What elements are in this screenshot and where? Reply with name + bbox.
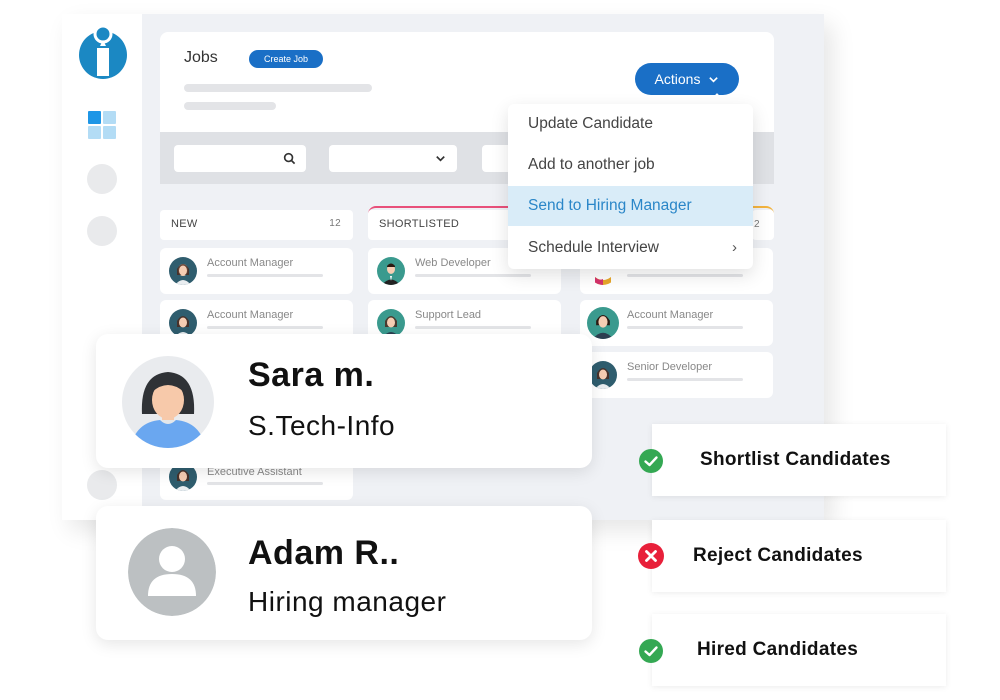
- column-header-shortlisted: SHORTLISTED: [368, 210, 518, 240]
- skeleton-line: [415, 274, 531, 277]
- menu-item-label: Schedule Interview: [528, 239, 659, 256]
- candidate-card[interactable]: Account Manager: [160, 248, 353, 294]
- candidate-job-title: Support Lead: [415, 309, 482, 321]
- skeleton-line: [184, 102, 276, 110]
- actions-label: Actions: [654, 71, 701, 87]
- candidate-avatar-icon: [169, 309, 197, 337]
- page-title: Jobs: [184, 49, 218, 66]
- sidebar-nav-item[interactable]: [87, 164, 117, 194]
- person-card-adam[interactable]: Adam R.. Hiring manager: [96, 506, 592, 640]
- check-circle-icon: [639, 639, 663, 663]
- shortlist-candidates-card[interactable]: Shortlist Candidates: [652, 424, 946, 496]
- hired-candidates-card[interactable]: Hired Candidates: [652, 614, 946, 686]
- candidate-job-title: Account Manager: [207, 257, 294, 269]
- filter-dropdown[interactable]: [329, 145, 457, 172]
- generic-user-avatar-icon: [128, 528, 216, 616]
- column-count: 12: [329, 218, 341, 229]
- female-avatar-icon: [122, 356, 214, 448]
- x-circle-icon: [638, 543, 664, 569]
- sidebar-nav-item[interactable]: [87, 470, 117, 500]
- status-label: Shortlist Candidates: [700, 449, 891, 470]
- chevron-down-icon: [709, 76, 719, 83]
- candidate-job-title: Senior Developer: [627, 361, 712, 373]
- search-icon: [283, 152, 296, 165]
- skeleton-line: [627, 274, 743, 277]
- candidate-avatar-icon: [377, 257, 405, 285]
- skeleton-line: [415, 326, 531, 329]
- menu-item-label: Add to another job: [528, 156, 655, 173]
- candidate-avatar-icon: [587, 307, 619, 339]
- menu-item-label: Send to Hiring Manager: [528, 197, 692, 214]
- person-card-sara[interactable]: Sara m. S.Tech-Info: [96, 334, 592, 468]
- column-count: 2: [754, 219, 760, 230]
- candidate-card[interactable]: Senior Developer: [580, 352, 773, 398]
- candidate-job-title: Account Manager: [627, 309, 714, 321]
- create-job-button[interactable]: Create Job: [249, 50, 323, 68]
- status-label: Hired Candidates: [697, 639, 859, 660]
- sidebar-nav-item[interactable]: [87, 216, 117, 246]
- column-name: NEW: [171, 218, 198, 230]
- person-name: Adam R..: [248, 534, 400, 572]
- actions-button[interactable]: Actions: [635, 63, 739, 95]
- candidate-job-title: Web Developer: [415, 257, 491, 269]
- skeleton-line: [207, 274, 323, 277]
- search-input[interactable]: [174, 145, 306, 172]
- skeleton-line: [184, 84, 372, 92]
- candidate-avatar-icon: [169, 257, 197, 285]
- chevron-down-icon: [436, 156, 445, 162]
- person-role: S.Tech-Info: [248, 410, 396, 441]
- person-role: Hiring manager: [248, 586, 447, 617]
- status-label: Reject Candidates: [693, 545, 863, 566]
- menu-item-add-to-another-job[interactable]: Add to another job: [508, 145, 753, 185]
- menu-item-send-to-hiring-manager[interactable]: Send to Hiring Manager: [508, 186, 753, 226]
- person-name: Sara m.: [248, 356, 375, 394]
- candidate-avatar-icon: [377, 309, 405, 337]
- candidate-card[interactable]: Account Manager: [580, 300, 773, 346]
- menu-item-schedule-interview[interactable]: Schedule Interview ›: [508, 228, 753, 268]
- reject-candidates-card[interactable]: Reject Candidates: [652, 520, 946, 592]
- skeleton-line: [627, 378, 743, 381]
- column-name: SHORTLISTED: [379, 218, 460, 230]
- candidate-job-title: Account Manager: [207, 309, 294, 321]
- chevron-right-icon: ›: [732, 239, 737, 256]
- dashboard-grid-icon[interactable]: [88, 111, 116, 139]
- menu-item-update-candidate[interactable]: Update Candidate: [508, 104, 753, 144]
- skeleton-line: [207, 326, 323, 329]
- column-header-new: NEW 12: [160, 210, 353, 240]
- brand-logo-icon[interactable]: [78, 24, 128, 80]
- actions-dropdown-menu: Update Candidate Add to another job Send…: [508, 104, 753, 269]
- column-header-third: 2: [752, 210, 774, 240]
- menu-item-label: Update Candidate: [528, 115, 653, 132]
- skeleton-line: [627, 326, 743, 329]
- skeleton-line: [207, 482, 323, 485]
- candidate-avatar-icon: [589, 361, 617, 389]
- check-circle-icon: [639, 449, 663, 473]
